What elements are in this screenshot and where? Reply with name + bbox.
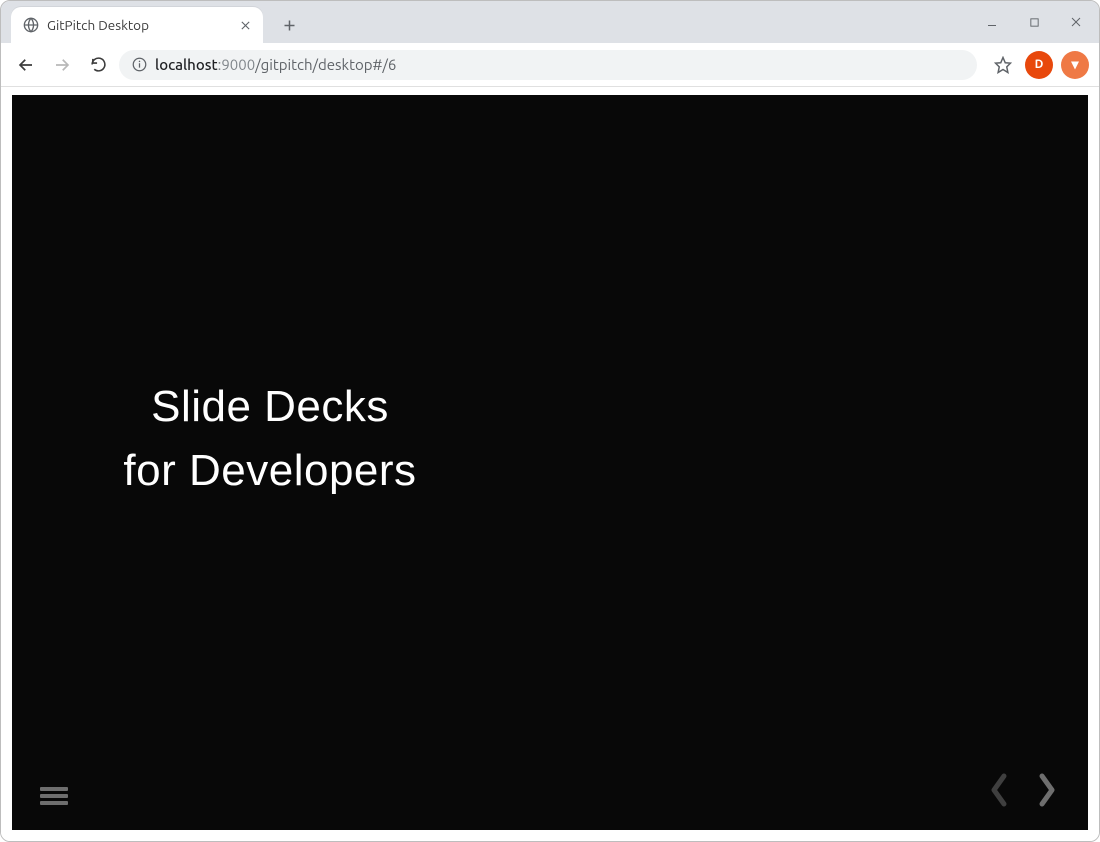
browser-toolbar: localhost:9000/gitpitch/desktop#/6 D	[1, 43, 1099, 87]
slide-controls-left	[40, 784, 68, 806]
slide-prev-button[interactable]	[982, 768, 1016, 812]
avatar-letter: D	[1035, 58, 1044, 71]
nav-forward-button[interactable]	[47, 50, 77, 80]
toolbar-actions: D	[989, 51, 1089, 79]
site-info-icon[interactable]	[131, 57, 147, 73]
tab-title: GitPitch Desktop	[47, 17, 229, 33]
presentation-slide: Slide Decks for Developers	[12, 95, 1088, 830]
url-path: /gitpitch/desktop#/6	[255, 56, 396, 73]
slide-menu-button[interactable]	[40, 784, 68, 806]
bookmark-star-icon[interactable]	[989, 51, 1017, 79]
slide-heading-line2: for Developers	[60, 439, 480, 503]
window-controls	[975, 1, 1093, 43]
url-text: localhost:9000/gitpitch/desktop#/6	[155, 56, 965, 73]
url-port: :9000	[218, 56, 256, 73]
viewport: Slide Decks for Developers	[1, 87, 1099, 841]
url-host: localhost	[155, 56, 218, 73]
window-maximize-button[interactable]	[1017, 7, 1051, 37]
window-minimize-button[interactable]	[975, 7, 1009, 37]
browser-window: GitPitch Desktop	[0, 0, 1100, 842]
globe-icon	[23, 17, 39, 33]
nav-reload-button[interactable]	[83, 50, 113, 80]
slide-heading-line1: Slide Decks	[60, 375, 480, 439]
address-bar[interactable]: localhost:9000/gitpitch/desktop#/6	[119, 50, 977, 80]
tab-strip: GitPitch Desktop	[1, 1, 1099, 43]
nav-back-button[interactable]	[11, 50, 41, 80]
extension-icon[interactable]	[1061, 51, 1089, 79]
slide-controls-right	[982, 768, 1064, 812]
window-close-button[interactable]	[1059, 7, 1093, 37]
browser-tab[interactable]: GitPitch Desktop	[11, 7, 263, 43]
new-tab-button[interactable]	[275, 11, 303, 39]
slide-next-button[interactable]	[1030, 768, 1064, 812]
profile-avatar[interactable]: D	[1025, 51, 1053, 79]
tab-close-button[interactable]	[237, 17, 253, 33]
slide-heading: Slide Decks for Developers	[60, 375, 480, 503]
